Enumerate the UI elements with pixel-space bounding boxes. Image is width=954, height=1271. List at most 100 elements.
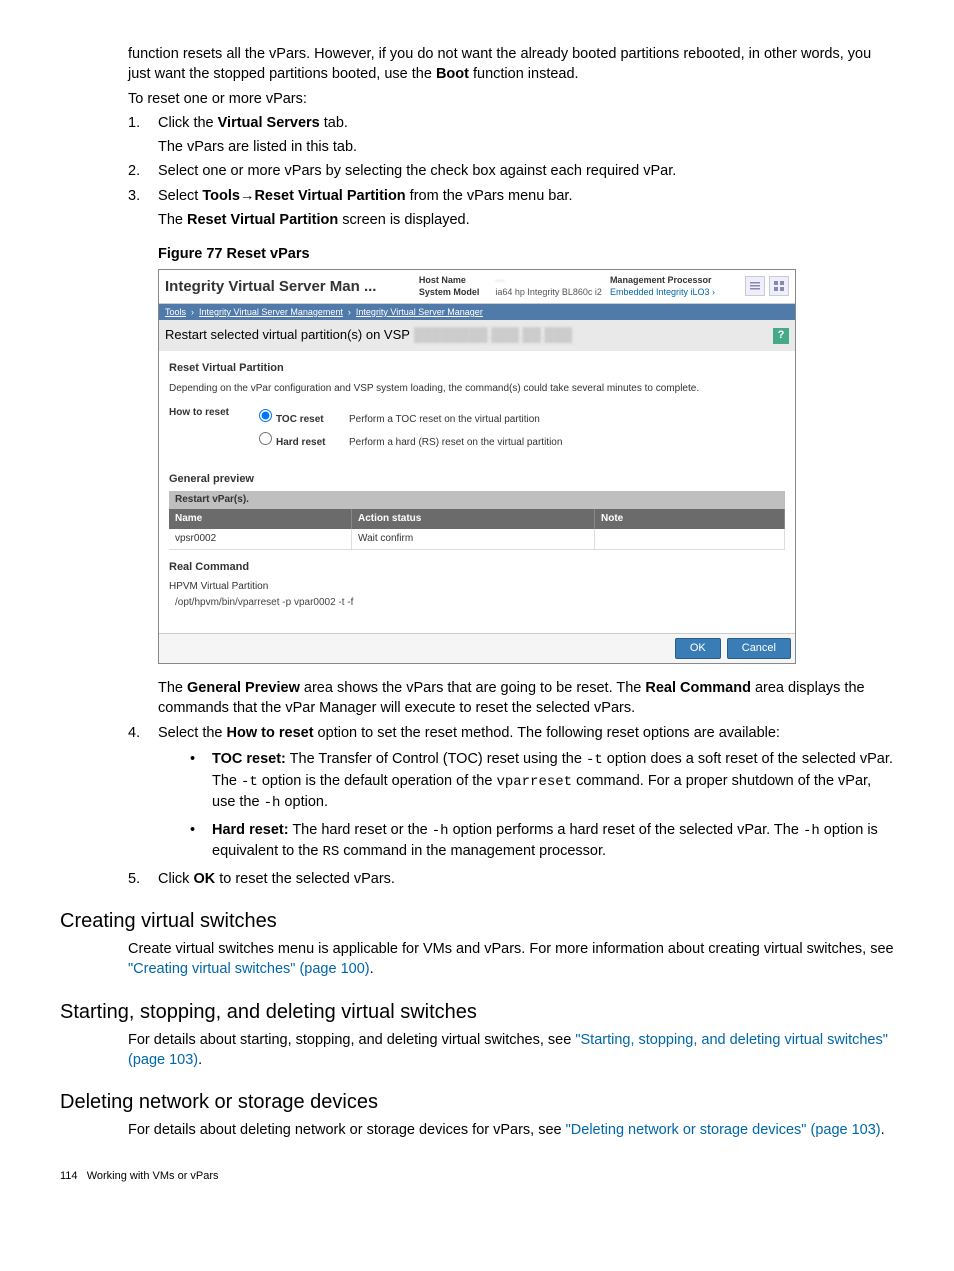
row-name: vpsr0002 [169,529,352,550]
step-2: 2. Select one or more vPars by selecting… [128,161,894,181]
mp-link[interactable]: Embedded Integrity iLO3 › [610,286,715,299]
reset-option-toc[interactable]: TOC reset Perform a TOC reset on the vir… [254,406,562,427]
dialog-title: Restart selected virtual partition(s) on… [165,326,410,344]
table-header: Name Action status Note [169,509,785,529]
page-number: 114 [60,1170,78,1182]
reset-option-hard[interactable]: Hard reset Perform a hard (RS) reset on … [254,429,562,450]
breadcrumb-tools[interactable]: Tools [165,307,186,317]
cancel-button[interactable]: Cancel [727,638,791,659]
code: -h [803,823,820,839]
section-vswitches: Creating virtual switches [60,907,894,935]
hpvm-label: HPVM Virtual Partition [169,580,785,594]
bold: Virtual Servers [218,115,320,131]
row-action: Wait confirm [352,529,595,550]
th-action: Action status [352,509,595,529]
text: Click [158,871,193,887]
hard-label: Hard reset [276,436,349,450]
text: The [158,680,187,696]
text: area shows the vPars that are going to b… [300,680,646,696]
hard-radio[interactable] [259,432,272,445]
ssdel-para: For details about starting, stopping, an… [128,1030,894,1071]
text: option performs a hard reset of the sele… [449,822,803,838]
bullet-toc: TOC reset: The Transfer of Control (TOC)… [190,749,894,814]
toc-radio[interactable] [259,409,272,422]
text: command in the management processor. [339,843,606,859]
chapter-title: Working with VMs or vPars [87,1170,219,1182]
real-command-title: Real Command [169,560,785,575]
step-3: 3. Select Tools→Reset Virtual Partition … [128,186,894,231]
text: The hard reset or the [289,822,432,838]
help-icon[interactable]: ? [773,328,789,344]
delnet-link[interactable]: "Deleting network or storage devices" (p… [566,1122,881,1138]
how-to-reset-label: How to reset [169,406,254,452]
text: The Transfer of Control (TOC) reset usin… [286,751,586,767]
bullet-hard: Hard reset: The hard reset or the -h opt… [190,820,894,863]
figure-screenshot: Integrity Virtual Server Man ... Host Na… [158,269,796,664]
text: . [881,1122,885,1138]
toc-label: TOC reset [276,413,349,427]
breadcrumb: Tools › Integrity Virtual Server Managem… [159,304,795,321]
bold: General Preview [187,680,300,696]
text: Select [158,188,202,204]
section-ssdel: Starting, stopping, and deleting virtual… [60,998,894,1026]
text: The [158,212,187,228]
row-note [595,529,785,550]
table-row: vpsr0002 Wait confirm [169,529,785,550]
host-name-label: Host Name [419,274,480,287]
step-5: 5. Click OK to reset the selected vPars. [128,869,894,889]
reset-desc: Depending on the vPar configuration and … [169,382,785,396]
text: screen is displayed. [338,212,469,228]
host-name-value: — [495,274,602,287]
figure-caption: Figure 77 Reset vPars [158,244,894,264]
bold: How to reset [227,725,314,741]
bold: Hard reset: [212,822,289,838]
code: -h [432,823,449,839]
restart-bar: Restart vPar(s). [169,491,785,509]
grid-icon[interactable] [769,276,789,296]
code: RS [322,844,339,860]
text: Select one or more vPars by selecting th… [158,163,676,179]
delnet-para: For details about deleting network or st… [128,1120,894,1140]
text: . [198,1052,202,1068]
text: Select the [158,725,227,741]
bold: Reset Virtual Partition [254,188,405,204]
bold: Tools [202,188,240,204]
code: vparreset [496,774,572,790]
text: For details about deleting network or st… [128,1122,566,1138]
breadcrumb-a[interactable]: Integrity Virtual Server Management [199,307,343,317]
page-footer: 114 Working with VMs or vPars [60,1169,894,1184]
system-model-value: ia64 hp Integrity BL860c i2 [495,286,602,299]
th-name: Name [169,509,352,529]
step-1-sub: The vPars are listed in this tab. [158,137,894,157]
th-note: Note [595,509,785,529]
text: Click the [158,115,218,131]
hard-desc: Perform a hard (RS) reset on the virtual… [349,436,562,450]
text: Create virtual switches menu is applicab… [128,941,894,957]
list-icon[interactable] [745,276,765,296]
command-text: /opt/hpvm/bin/vparreset -p vpar0002 -t -… [169,594,785,612]
code: -t [586,752,603,768]
vswitches-para: Create virtual switches menu is applicab… [128,939,894,980]
breadcrumb-b[interactable]: Integrity Virtual Server Manager [356,307,483,317]
app-title: Integrity Virtual Server Man ... [165,276,411,297]
intro-para-1: function resets all the vPars. However, … [128,44,894,85]
text: to reset the selected vPars. [215,871,395,887]
toc-desc: Perform a TOC reset on the virtual parti… [349,413,540,427]
section-delnet: Deleting network or storage devices [60,1088,894,1116]
text: For details about starting, stopping, an… [128,1032,575,1048]
general-preview-title: General preview [169,472,785,487]
intro-para-2: To reset one or more vPars: [128,89,894,109]
bold: Real Command [645,680,751,696]
mp-label: Management Processor [610,275,712,285]
arrow: → [240,188,255,204]
text: option. [280,794,328,810]
system-model-label: System Model [419,286,480,299]
step-1: 1. Click the Virtual Servers tab. The vP… [128,113,894,158]
vswitches-link[interactable]: "Creating virtual switches" (page 100) [128,961,370,977]
ok-button[interactable]: OK [675,638,721,659]
text: option to set the reset method. The foll… [314,725,780,741]
text: tab. [320,115,348,131]
text: from the vPars menu bar. [406,188,573,204]
code: -h [264,795,281,811]
step-3-sub: The Reset Virtual Partition screen is di… [158,210,894,230]
